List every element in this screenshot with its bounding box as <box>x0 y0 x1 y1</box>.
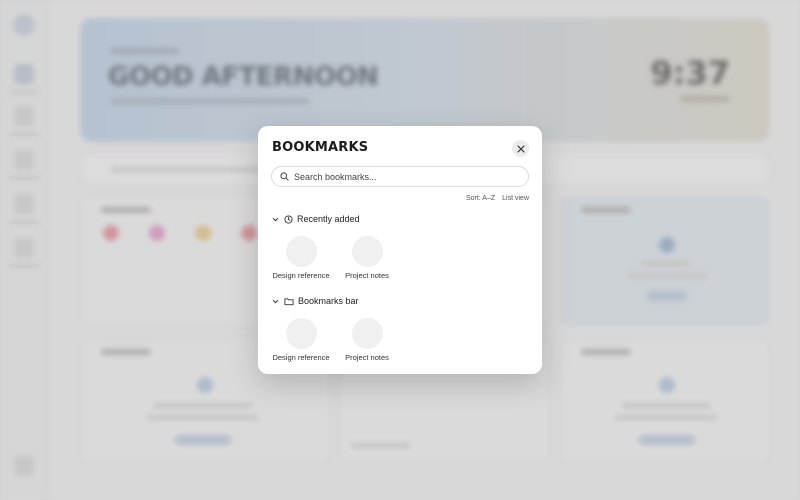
folder-icon <box>284 297 294 306</box>
bookmark-label: Design reference <box>272 353 330 362</box>
section-bookmarks-bar[interactable]: Bookmarks bar <box>272 296 359 306</box>
bookmark-favicon <box>285 318 317 349</box>
bookmark-label: Design reference <box>272 271 330 280</box>
bookmark-label: Project notes <box>345 271 389 280</box>
section-label: Bookmarks bar <box>298 296 359 306</box>
bookmark-tile[interactable]: Design reference <box>268 318 334 362</box>
bookmark-favicon <box>351 318 383 349</box>
section-recently-added[interactable]: Recently added <box>272 214 360 224</box>
bookmark-favicon <box>285 236 317 267</box>
view-toggle[interactable]: List view <box>502 195 529 202</box>
clock-icon <box>284 214 293 224</box>
chevron-down-icon <box>272 216 279 223</box>
chevron-down-icon <box>272 298 279 305</box>
bookmark-tile[interactable]: Design reference <box>268 236 334 280</box>
search-icon <box>280 172 289 181</box>
sort-toggle[interactable]: Sort: A–Z <box>466 195 495 202</box>
bookmark-tile[interactable]: Project notes <box>334 318 400 362</box>
view-controls: Sort: A–Z List view <box>466 195 529 202</box>
bookmark-favicon <box>351 236 383 267</box>
search-input[interactable] <box>294 171 514 182</box>
close-button[interactable] <box>512 140 529 157</box>
bookmark-label: Project notes <box>345 353 389 362</box>
modal-title: BOOKMARKS <box>272 140 369 155</box>
bookmark-tile[interactable]: Project notes <box>334 236 400 280</box>
search-box[interactable] <box>271 166 529 187</box>
section-label: Recently added <box>297 214 360 224</box>
bookmarks-modal: BOOKMARKS Sort: A–Z List view Recently a… <box>258 126 542 374</box>
close-icon <box>516 144 525 153</box>
